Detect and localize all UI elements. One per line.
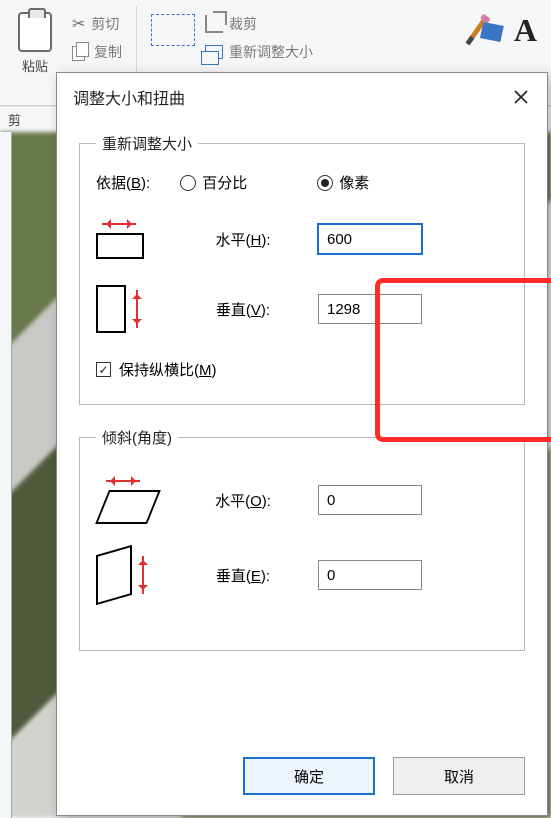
clipboard-sub-buttons: ✂ 剪切 复制 bbox=[72, 6, 122, 62]
clipboard-caption-text: 剪 bbox=[8, 110, 21, 129]
checkbox-indicator bbox=[96, 362, 111, 377]
vertical-resize-icon bbox=[96, 285, 142, 333]
skew-vertical-row: 垂直(E): bbox=[96, 550, 508, 600]
skew-horizontal-row: 水平(O): bbox=[96, 476, 508, 524]
resize-fieldset: 重新调整大小 依据(B): 百分比 像素 bbox=[79, 133, 525, 405]
resize-vertical-row: 垂直(V): bbox=[96, 285, 508, 333]
crop-icon bbox=[205, 15, 223, 33]
text-tool-icon[interactable]: A bbox=[514, 12, 537, 49]
close-icon bbox=[514, 90, 528, 104]
aspect-ratio-label: 保持纵横比(M) bbox=[119, 359, 217, 380]
basis-label: 依据(B): bbox=[96, 172, 150, 193]
copy-button[interactable]: 复制 bbox=[72, 42, 122, 62]
tools-group: A bbox=[465, 6, 543, 49]
resize-legend: 重新调整大小 bbox=[96, 133, 198, 154]
cut-label: 剪切 bbox=[91, 14, 119, 34]
paste-label: 粘贴 bbox=[22, 56, 48, 75]
resize-horizontal-label: 水平(H): bbox=[168, 229, 318, 250]
cancel-button-label: 取消 bbox=[444, 766, 474, 787]
copy-icon bbox=[72, 44, 88, 60]
clipboard-icon bbox=[18, 12, 52, 52]
resize-icon bbox=[205, 45, 223, 59]
resize-skew-dialog: 调整大小和扭曲 重新调整大小 依据(B): 百分比 像素 bbox=[56, 72, 548, 816]
crop-label: 裁剪 bbox=[229, 14, 257, 34]
radio-pixel-label: 像素 bbox=[339, 172, 369, 193]
radio-pixel-indicator bbox=[317, 175, 333, 191]
canvas-ruler-edge bbox=[0, 132, 12, 818]
skew-legend: 倾斜(角度) bbox=[96, 427, 178, 448]
dialog-titlebar: 调整大小和扭曲 bbox=[57, 73, 547, 121]
dialog-title: 调整大小和扭曲 bbox=[73, 85, 185, 109]
cut-button[interactable]: ✂ 剪切 bbox=[72, 14, 122, 34]
aspect-ratio-checkbox[interactable]: 保持纵横比(M) bbox=[96, 359, 508, 380]
radio-percent[interactable]: 百分比 bbox=[180, 172, 247, 193]
dialog-footer: 确定 取消 bbox=[57, 741, 547, 815]
ok-button[interactable]: 确定 bbox=[243, 757, 375, 795]
vertical-skew-icon bbox=[96, 550, 148, 600]
cancel-button[interactable]: 取消 bbox=[393, 757, 525, 795]
radio-pixel[interactable]: 像素 bbox=[317, 172, 369, 193]
resize-vertical-label: 垂直(V): bbox=[168, 299, 318, 320]
radio-percent-indicator bbox=[180, 175, 196, 191]
horizontal-skew-icon bbox=[96, 476, 154, 524]
skew-horizontal-input[interactable] bbox=[318, 485, 422, 515]
skew-vertical-input[interactable] bbox=[318, 560, 422, 590]
skew-horizontal-label: 水平(O): bbox=[168, 490, 318, 511]
image-actions: 裁剪 重新调整大小 bbox=[205, 6, 313, 62]
radio-percent-label: 百分比 bbox=[202, 172, 247, 193]
horizontal-resize-icon bbox=[96, 219, 144, 259]
skew-fieldset: 倾斜(角度) 水平(O): bbox=[79, 427, 525, 651]
ok-button-label: 确定 bbox=[294, 766, 324, 787]
crop-button[interactable]: 裁剪 bbox=[205, 14, 313, 34]
resize-label: 重新调整大小 bbox=[229, 42, 313, 62]
paste-button[interactable]: 粘贴 bbox=[8, 6, 62, 75]
resize-horizontal-input[interactable] bbox=[318, 224, 422, 254]
resize-vertical-input[interactable] bbox=[318, 294, 422, 324]
image-group bbox=[151, 6, 195, 46]
select-tool[interactable] bbox=[151, 14, 195, 46]
close-button[interactable] bbox=[507, 83, 535, 111]
fill-tool-icon[interactable] bbox=[480, 22, 504, 42]
copy-label: 复制 bbox=[94, 42, 122, 62]
resize-button[interactable]: 重新调整大小 bbox=[205, 42, 313, 62]
scissors-icon: ✂ bbox=[72, 14, 85, 34]
skew-vertical-label: 垂直(E): bbox=[168, 565, 318, 586]
basis-row: 依据(B): 百分比 像素 bbox=[96, 172, 508, 193]
resize-horizontal-row: 水平(H): bbox=[96, 219, 508, 259]
dialog-body: 重新调整大小 依据(B): 百分比 像素 bbox=[57, 121, 547, 741]
